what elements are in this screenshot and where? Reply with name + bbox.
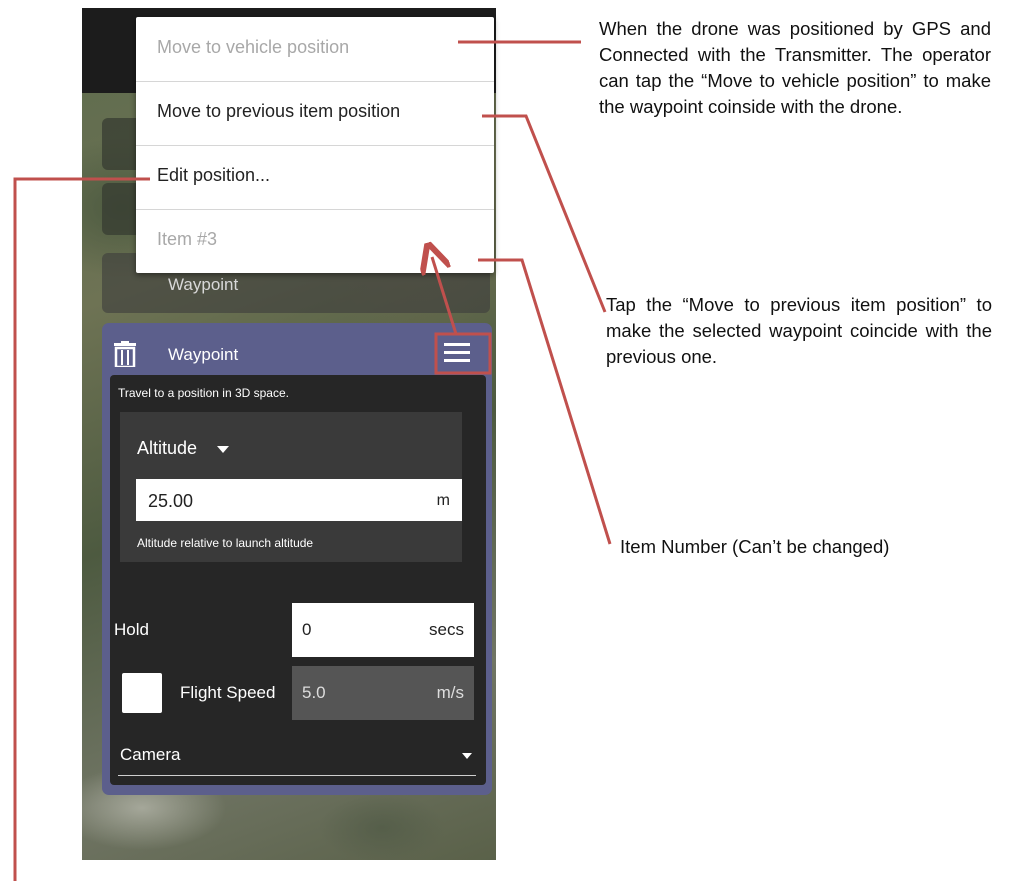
menu-open-arrow bbox=[432, 257, 458, 335]
callout-line-previous bbox=[482, 114, 607, 313]
annotation-previous-item: Tap the “Move to previous item position”… bbox=[606, 294, 992, 367]
annotation-item-number: Item Number (Can’t be changed) bbox=[620, 536, 890, 557]
callout-line-item-number bbox=[478, 258, 612, 545]
annotation-vehicle-position: When the drone was positioned by GPS and… bbox=[599, 18, 991, 117]
hamburger-highlight-box bbox=[434, 332, 492, 375]
callout-lines bbox=[13, 40, 612, 881]
callout-line-edit-position bbox=[13, 177, 150, 881]
